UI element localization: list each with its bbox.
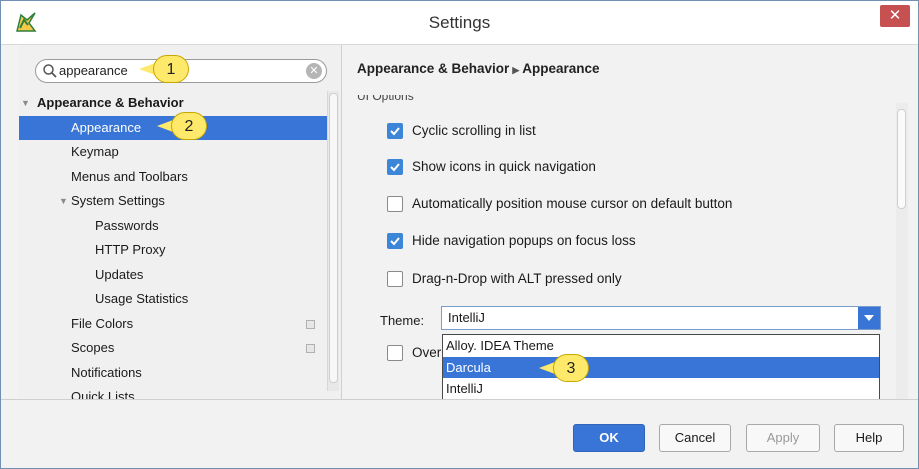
tree-item[interactable]: Menus and Toolbars	[19, 165, 327, 190]
option-label: Hide navigation popups on focus loss	[412, 233, 636, 248]
theme-option[interactable]: Darcula	[443, 356, 879, 378]
tree-item-label: File Colors	[71, 315, 134, 331]
copy-icon	[306, 319, 315, 329]
theme-option[interactable]: IntelliJ	[443, 378, 879, 399]
option-label: Over	[412, 345, 442, 360]
expand-arrow-icon[interactable]: ▼	[59, 189, 68, 213]
tree-item-label: Usage Statistics	[95, 291, 189, 306]
tree-item[interactable]: Notifications	[19, 361, 327, 386]
close-icon: ✕	[888, 7, 902, 24]
tree-item-label: Quick Lists	[71, 389, 135, 399]
content-scrollbar-thumb[interactable]	[897, 109, 906, 209]
option-label: Automatically position mouse cursor on d…	[412, 196, 733, 211]
tree-item[interactable]: ▼ System Settings	[19, 189, 327, 214]
window-title: Settings	[428, 13, 491, 32]
tree-item-label: Menus and Toolbars	[71, 168, 188, 184]
tree-item[interactable]: Updates	[19, 263, 327, 288]
cancel-button[interactable]: Cancel	[659, 424, 731, 452]
tree-item[interactable]: Quick Lists	[19, 385, 327, 399]
close-button[interactable]: ✕	[880, 5, 910, 27]
theme-select-value: IntelliJ	[448, 310, 485, 325]
clear-search-icon[interactable]: ✕	[306, 63, 322, 79]
tree-item-label: Appearance	[71, 119, 142, 135]
checkmark-icon	[390, 237, 400, 246]
breadcrumb-current: Appearance	[522, 61, 600, 76]
callout-number: 1	[153, 55, 189, 83]
checkbox-checked[interactable]	[387, 123, 403, 139]
checkbox[interactable]	[387, 345, 403, 361]
checkmark-icon	[390, 163, 400, 172]
checkbox-checked[interactable]	[387, 159, 403, 175]
nav-scrollbar-thumb[interactable]	[329, 93, 338, 383]
checkmark-icon	[390, 127, 400, 136]
tree-item-label: Keymap	[71, 144, 119, 159]
tree-item-label: System Settings	[71, 193, 165, 208]
callout-2: 2	[157, 112, 209, 140]
tree-item-label: HTTP Proxy	[95, 242, 166, 257]
tree-item[interactable]: Scopes	[19, 336, 327, 361]
title-bar: Settings ✕	[1, 1, 918, 45]
tree-item-label: Scopes	[71, 340, 115, 355]
theme-label: Theme:	[380, 313, 425, 328]
theme-dropdown-list: Alloy. IDEA ThemeDarculaIntelliJWindows	[442, 334, 880, 399]
apply-button[interactable]: Apply	[746, 424, 820, 452]
tree-item[interactable]: Keymap	[19, 140, 327, 165]
settings-nav-panel: appearance ✕ ▼ Appearance & Behavior Appea…	[19, 45, 341, 399]
option-label: Drag-n-Drop with ALT pressed only	[412, 271, 622, 286]
search-input-value[interactable]: appearance	[59, 63, 128, 78]
option-label: Show icons in quick navigation	[412, 159, 596, 174]
theme-select[interactable]: IntelliJ	[441, 306, 881, 330]
help-button[interactable]: Help	[834, 424, 904, 452]
callout-3: 3	[539, 354, 591, 382]
checkbox[interactable]	[387, 196, 403, 212]
content-scrollbar[interactable]	[896, 103, 908, 399]
settings-content-panel: Appearance & Behavior ▶ Appearance UI Opti…	[342, 45, 918, 399]
breadcrumb-arrow-icon: ▶	[512, 65, 520, 75]
dialog-footer: OK Cancel Apply Help	[1, 399, 918, 468]
breadcrumb: Appearance & Behavior ▶ Appearance	[357, 61, 600, 76]
tree-item[interactable]: Passwords	[19, 214, 327, 239]
callout-number: 2	[171, 112, 207, 140]
nav-scrollbar[interactable]	[327, 91, 339, 391]
settings-window: Settings ✕ appearance ✕ ▼ Appearance & Be…	[0, 0, 919, 469]
tree-item[interactable]: Usage Statistics	[19, 287, 327, 312]
chevron-down-icon	[864, 315, 874, 321]
option-label: Cyclic scrolling in list	[412, 123, 536, 138]
section-label-ui-options: UI Options	[357, 95, 414, 103]
checkbox[interactable]	[387, 271, 403, 287]
ok-button[interactable]: OK	[573, 424, 645, 452]
checkbox-checked[interactable]	[387, 233, 403, 249]
breadcrumb-parent: Appearance & Behavior	[357, 61, 510, 76]
tree-item[interactable]: HTTP Proxy	[19, 238, 327, 263]
tree-item-label: Notifications	[71, 364, 142, 380]
tree-item-label: Passwords	[95, 217, 159, 233]
expand-arrow-icon[interactable]: ▼	[21, 91, 30, 115]
callout-1: 1	[139, 55, 191, 83]
callout-number: 3	[553, 354, 589, 382]
tree-item-label: Updates	[95, 266, 144, 282]
theme-option[interactable]: Alloy. IDEA Theme	[443, 335, 879, 357]
copy-icon	[306, 344, 315, 353]
search-icon	[43, 64, 57, 78]
tree-item[interactable]: File Colors	[19, 312, 327, 337]
theme-dropdown-button[interactable]	[858, 307, 880, 329]
